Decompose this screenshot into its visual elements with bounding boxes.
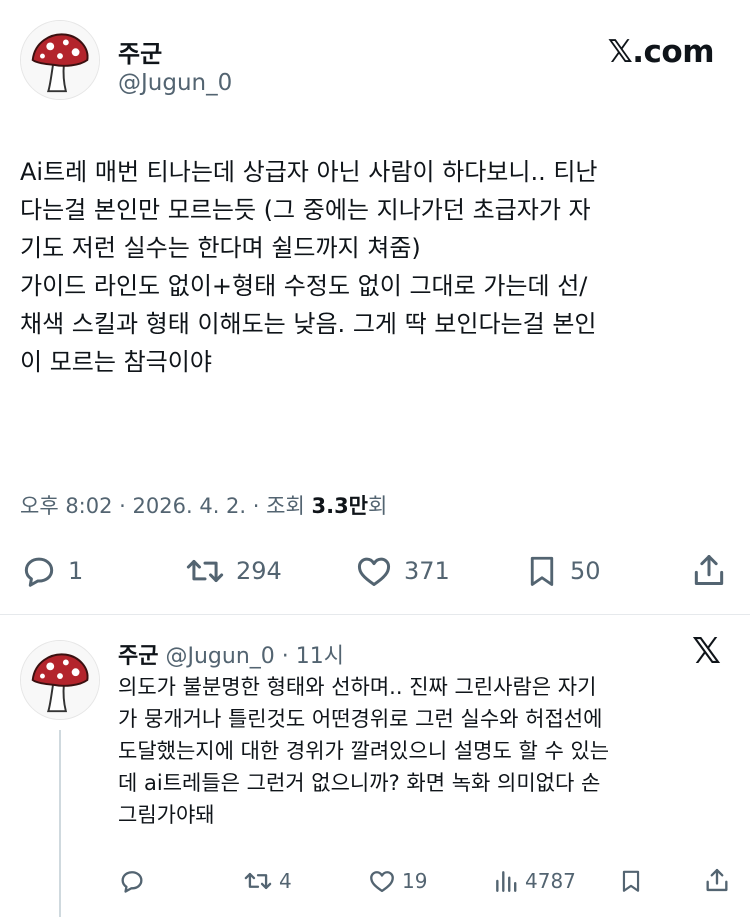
reply-text-line: 데 ai트레들은 그런거 없으니까? 화면 녹화 의미없다 손	[118, 771, 601, 795]
reply-retweet-button[interactable]: 4	[243, 867, 292, 895]
avatar[interactable]	[20, 20, 100, 100]
reply-views-button[interactable]: 4787	[493, 867, 576, 895]
display-name[interactable]: 주군	[118, 34, 162, 69]
user-handle[interactable]: @Jugun_0	[118, 70, 232, 96]
tweet-text-line: Ai트레 매번 티나는데 상급자 아닌 사람이 하다보니.. 티난	[20, 158, 598, 186]
separator: ·	[281, 644, 289, 669]
share-icon	[694, 555, 724, 585]
reply-text: 의도가 불분명한 형태와 선하며.. 진짜 그린사람은 자기 가 뭉개거나 틀린…	[118, 671, 738, 831]
reply-button[interactable]: 1	[20, 552, 83, 590]
reply-count: 1	[68, 557, 84, 585]
bookmark-count: 50	[570, 557, 601, 585]
separator: ·	[119, 494, 126, 518]
x-logo-icon: 𝕏	[692, 631, 722, 672]
mushroom-avatar-image	[21, 21, 99, 99]
reply-handle[interactable]: @Jugun_0	[165, 644, 274, 669]
views-count: 3.3만회	[311, 494, 387, 518]
reply-retweet-count: 4	[279, 869, 292, 893]
like-count: 371	[404, 557, 450, 585]
tweet-time[interactable]: 오후 8:02	[20, 494, 112, 518]
retweet-icon	[186, 559, 224, 583]
views-chart-icon	[496, 871, 517, 892]
tweet-text-line: 이 모르는 참극이야	[20, 348, 212, 376]
reply-text-line: 가 뭉개거나 틀린것도 어떤경위로 그런 실수와 허접선에	[118, 707, 603, 731]
bookmark-icon	[622, 870, 640, 892]
reply-icon	[24, 557, 54, 587]
tweet-text-line: 다는걸 본인만 모르는듯 (그 중에는 지나가던 초급자가 자	[20, 196, 591, 224]
reply-avatar[interactable]	[20, 640, 100, 720]
reply-header: 주군 @Jugun_0 · 11시	[118, 638, 344, 670]
like-icon	[357, 557, 391, 586]
reply-text-line: 의도가 불분명한 형태와 선하며.. 진짜 그린사람은 자기	[118, 675, 597, 699]
views-label: 조회	[266, 494, 305, 518]
reply-display-name[interactable]: 주군	[118, 644, 158, 669]
reply-reply-button[interactable]	[118, 867, 152, 895]
source-logo: 𝕏.com	[607, 34, 715, 70]
reply-text-line: 그림가야돼	[118, 803, 215, 827]
reply-icon	[121, 871, 143, 893]
reply-views-count: 4787	[525, 869, 576, 893]
separator: ·	[252, 494, 260, 518]
share-icon	[706, 868, 728, 892]
views-value: 3.3만	[311, 494, 369, 518]
reply-bookmark-button[interactable]	[618, 867, 650, 895]
thread-line	[59, 730, 61, 917]
tweet-text-line: 가이드 라인도 없이+형태 수정도 없이 그대로 가는데 선/	[20, 272, 588, 300]
tweet-text: Ai트레 매번 티나는데 상급자 아닌 사람이 하다보니.. 티난 다는걸 본인…	[20, 153, 740, 381]
share-button[interactable]	[690, 550, 728, 590]
like-icon	[370, 871, 394, 893]
tweet-date[interactable]: 2026. 4. 2.	[133, 494, 247, 518]
reply-text-line: 도달했는지에 대한 경위가 깔려있으니 설명도 할 수 있는	[118, 739, 610, 763]
bookmark-button[interactable]: 50	[524, 552, 601, 590]
retweet-button[interactable]: 294	[184, 552, 282, 590]
reply-like-count: 19	[402, 869, 428, 893]
divider	[0, 614, 750, 615]
views-suffix: 회	[368, 494, 388, 518]
reply-time[interactable]: 11시	[296, 644, 344, 669]
reply-share-button[interactable]	[703, 865, 731, 895]
retweet-icon	[244, 872, 272, 890]
reply-like-button[interactable]: 19	[368, 867, 427, 895]
bookmark-icon	[530, 556, 554, 586]
retweet-count: 294	[236, 557, 282, 585]
tweet-text-line: 기도 저런 실수는 한다며 쉴드까지 쳐줌)	[20, 234, 421, 262]
mushroom-avatar-image	[21, 641, 99, 719]
tweet-meta: 오후 8:02 · 2026. 4. 2. · 조회 3.3만회	[20, 490, 387, 520]
like-button[interactable]: 371	[354, 552, 450, 590]
tweet-text-line: 채색 스킬과 형태 이해도는 낮음. 그게 딱 보인다는걸 본인	[20, 310, 597, 338]
